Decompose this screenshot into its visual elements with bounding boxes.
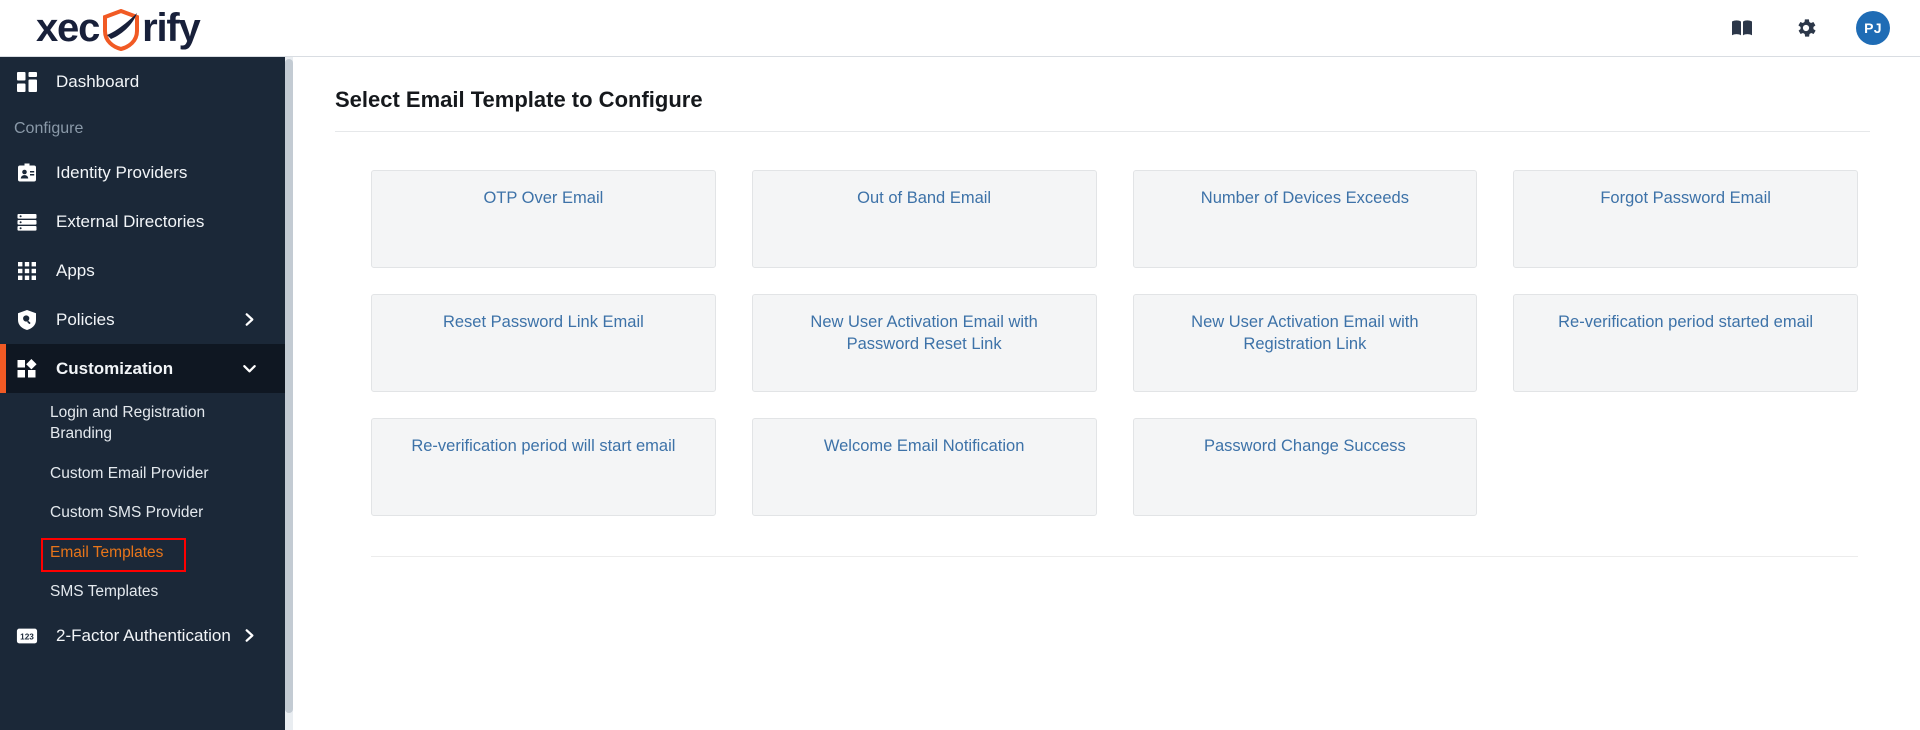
sidebar-subitem-custom-sms-provider[interactable]: Custom SMS Provider xyxy=(0,493,285,532)
sidebar-subitem-login-and-registration-branding[interactable]: Login and Registration Branding xyxy=(0,393,285,454)
logo-text-after: rify xyxy=(142,6,201,50)
template-card-label: Password Change Success xyxy=(1203,437,1406,455)
sidebar-item-customization[interactable]: Customization xyxy=(0,344,285,393)
sidebar-item-policies[interactable]: Policies xyxy=(0,295,285,344)
sidebar-item-label: Policies xyxy=(56,309,115,329)
template-card-label: New User Activation Email with Password … xyxy=(810,313,1038,353)
template-card[interactable]: Re-verification period started email xyxy=(1513,294,1858,392)
template-card[interactable]: Forgot Password Email xyxy=(1513,170,1858,268)
page-title: Select Email Template to Configure xyxy=(335,87,703,112)
template-card[interactable]: New User Activation Email with Registrat… xyxy=(1132,294,1478,392)
email-template-panel: Select Email Template to Configure OTP O… xyxy=(335,87,1870,557)
template-card[interactable]: Out of Band Email xyxy=(751,170,1097,268)
sidebar-item-label: Identity Providers xyxy=(56,162,188,182)
customization-blocks-icon xyxy=(14,356,40,382)
template-card[interactable]: OTP Over Email xyxy=(371,170,716,268)
numeric-123-icon: 123 xyxy=(14,623,40,649)
chevron-right-icon xyxy=(242,628,257,643)
sidebar-item-label: Dashboard xyxy=(56,71,140,91)
template-card-label: Re-verification period started email xyxy=(1558,313,1814,331)
bottom-divider xyxy=(371,556,1858,557)
logo-text-before: xec xyxy=(36,6,100,50)
chevron-right-icon xyxy=(242,312,257,327)
template-card-label: Re-verification period will start email xyxy=(411,437,676,455)
email-template-grid: OTP Over Email Out of Band Email Number … xyxy=(335,132,1870,516)
sidebar: Dashboard Configure Identity Providers E… xyxy=(0,57,293,730)
template-card-label: Out of Band Email xyxy=(857,189,992,207)
sidebar-scrollbar-thumb[interactable] xyxy=(285,59,293,713)
shield-search-icon xyxy=(14,307,40,333)
logo-text: xec rify xyxy=(36,6,201,52)
sidebar-section-label: Configure xyxy=(14,120,84,137)
template-card[interactable]: Re-verification period will start email xyxy=(371,418,716,516)
chevron-down-icon xyxy=(242,361,257,376)
template-card[interactable]: New User Activation Email with Password … xyxy=(751,294,1097,392)
id-card-icon xyxy=(14,160,40,186)
template-card-label: OTP Over Email xyxy=(483,189,604,207)
directory-list-icon xyxy=(14,209,40,235)
template-card-label: New User Activation Email with Registrat… xyxy=(1191,313,1419,353)
sidebar-item-2-factor-authentication[interactable]: 123 2-Factor Authentication xyxy=(0,611,285,660)
template-card[interactable]: Password Change Success xyxy=(1132,418,1478,516)
sidebar-item-label: Customization xyxy=(56,358,174,378)
sidebar-item-apps[interactable]: Apps xyxy=(0,246,285,295)
template-card[interactable]: Welcome Email Notification xyxy=(751,418,1097,516)
sidebar-subitem-label: Email Templates xyxy=(50,543,164,561)
template-card-label: Reset Password Link Email xyxy=(442,313,644,331)
sidebar-item-label: Apps xyxy=(56,260,95,280)
sidebar-item-external-directories[interactable]: External Directories xyxy=(0,197,285,246)
dashboard-grid-icon xyxy=(14,69,40,95)
apps-grid-icon xyxy=(14,258,40,284)
sidebar-content: Dashboard Configure Identity Providers E… xyxy=(0,57,285,730)
sidebar-item-identity-providers[interactable]: Identity Providers xyxy=(0,148,285,197)
template-card[interactable]: Number of Devices Exceeds xyxy=(1132,170,1478,268)
gear-icon[interactable] xyxy=(1792,14,1820,42)
template-card-label: Welcome Email Notification xyxy=(823,437,1025,455)
sidebar-item-dashboard[interactable]: Dashboard xyxy=(0,57,285,106)
book-icon[interactable] xyxy=(1728,14,1756,42)
template-card-label: Forgot Password Email xyxy=(1600,189,1771,207)
main-content: Select Email Template to Configure OTP O… xyxy=(293,57,1920,730)
svg-text:123: 123 xyxy=(20,632,34,641)
sidebar-scrollbar-track[interactable] xyxy=(285,57,293,730)
app-logo[interactable]: xec rify xyxy=(36,0,201,56)
sidebar-subitem-sms-templates[interactable]: SMS Templates xyxy=(0,572,285,611)
template-card-label: Number of Devices Exceeds xyxy=(1200,189,1409,207)
top-header-bar: xec rify PJ xyxy=(0,0,1920,57)
sidebar-subitem-email-templates[interactable]: Email Templates xyxy=(0,533,285,572)
shield-check-icon xyxy=(101,8,141,52)
sidebar-item-label: External Directories xyxy=(56,211,205,231)
header-actions: PJ xyxy=(1728,11,1890,45)
template-card[interactable]: Reset Password Link Email xyxy=(371,294,716,392)
user-avatar[interactable]: PJ xyxy=(1856,11,1890,45)
sidebar-item-label: 2-Factor Authentication xyxy=(56,625,231,645)
sidebar-subitem-custom-email-provider[interactable]: Custom Email Provider xyxy=(0,454,285,493)
